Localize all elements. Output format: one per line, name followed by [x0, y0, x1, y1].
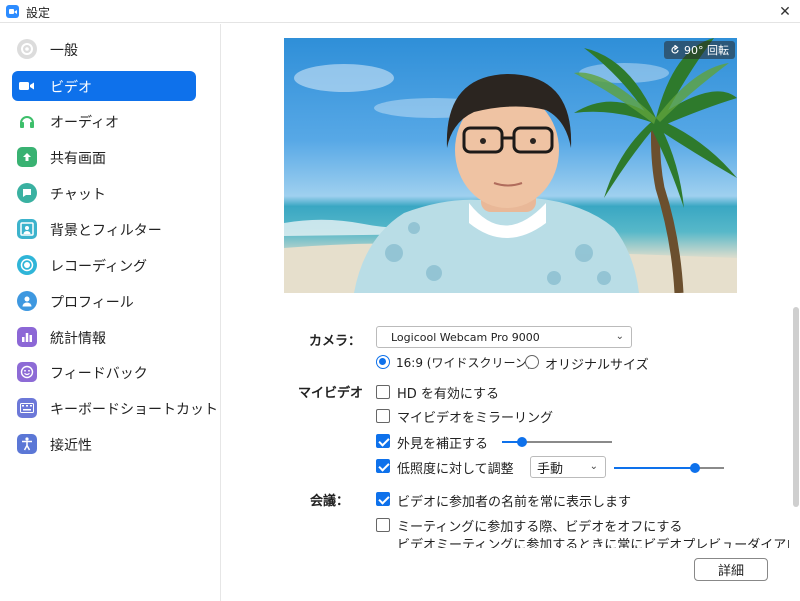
sidebar-item-label: 統計情報 [50, 331, 106, 347]
sidebar-item-label: 共有画面 [50, 151, 106, 167]
camera-preview: 90° 回転 [284, 38, 737, 293]
mirror-checkbox[interactable] [376, 409, 390, 423]
sidebar-item-label: チャット [50, 187, 106, 203]
sidebar-item-background[interactable]: 背景とフィルター [12, 214, 196, 244]
sidebar-item-label: レコーディング [50, 259, 148, 275]
smile-icon [17, 362, 37, 382]
chevron-down-icon: ⌄ [589, 461, 598, 472]
touch-up-checkbox[interactable] [376, 434, 390, 448]
sidebar-item-label: 接近性 [50, 438, 92, 454]
record-icon [17, 255, 37, 275]
sidebar-item-recording[interactable]: レコーディング [12, 250, 196, 280]
rotate-label: 90° 回転 [684, 44, 729, 57]
close-button[interactable]: ✕ [770, 0, 800, 23]
camera-select-value: Logicool Webcam Pro 9000 [391, 330, 540, 344]
sidebar-item-statistics[interactable]: 統計情報 [12, 322, 196, 352]
settings-sidebar: 一般 ビデオ オーディオ 共有画面 チャット 背景とフィルター レコーディング … [0, 24, 221, 601]
low-light-slider-thumb[interactable] [690, 463, 700, 473]
ratio-original-radio[interactable] [525, 355, 539, 369]
camera-select[interactable]: Logicool Webcam Pro 9000 ⌄ [376, 326, 632, 348]
sidebar-item-label: プロフィール [50, 295, 134, 311]
show-names-checkbox[interactable] [376, 492, 390, 506]
my-video-label: マイビデオ [298, 386, 364, 401]
window-title: 設定 [26, 6, 51, 20]
low-light-mode-select[interactable]: 手動 ⌄ [530, 456, 606, 478]
sidebar-item-label: キーボードショートカット [50, 402, 218, 418]
sidebar-item-audio[interactable]: オーディオ [12, 106, 196, 136]
title-bar: 設定 ✕ [0, 0, 800, 23]
detail-button[interactable]: 詳細 [694, 558, 768, 581]
touch-up-slider[interactable] [502, 436, 612, 447]
touch-up-slider-thumb[interactable] [517, 437, 527, 447]
video-off-checkbox[interactable] [376, 518, 390, 532]
low-light-label: 低照度に対して調整 [397, 462, 514, 477]
share-screen-icon [17, 147, 37, 167]
video-settings-panel: 90° 回転 カメラ： Logicool Webcam Pro 9000 ⌄ 1… [222, 24, 800, 601]
video-camera-icon [17, 76, 37, 96]
sidebar-item-accessibility[interactable]: 接近性 [12, 429, 196, 459]
chevron-down-icon: ⌄ [615, 331, 624, 342]
hd-label: HD を有効にする [397, 387, 500, 402]
sidebar-item-profile[interactable]: プロフィール [12, 286, 196, 316]
low-light-checkbox[interactable] [376, 459, 390, 473]
meeting-label: 会議： [310, 494, 350, 509]
sidebar-item-label: 一般 [50, 43, 78, 59]
sidebar-item-video[interactable]: ビデオ [12, 71, 196, 101]
hd-checkbox[interactable] [376, 385, 390, 399]
sidebar-item-chat[interactable]: チャット [12, 178, 196, 208]
bar-chart-icon [17, 327, 37, 347]
low-light-slider-fill [614, 467, 695, 469]
ratio-16-9-radio[interactable] [376, 355, 390, 369]
scrollbar-thumb[interactable] [793, 307, 799, 507]
mirror-label: マイビデオをミラーリング [397, 411, 554, 426]
sidebar-item-label: 背景とフィルター [50, 223, 162, 239]
keyboard-icon [17, 398, 37, 418]
camera-label: カメラ： [309, 334, 362, 349]
person-background-icon [17, 219, 37, 239]
video-off-label: ミーティングに参加する際、ビデオをオフにする [397, 520, 683, 535]
rotate-90-button[interactable]: 90° 回転 [664, 41, 735, 59]
low-light-slider[interactable] [614, 462, 724, 473]
zoom-app-icon [6, 5, 19, 18]
rotate-icon [671, 45, 679, 54]
gear-icon [17, 39, 37, 59]
preview-dialog-label: ビデオミーティングに参加するときに常にビデオプレビューダイアログを表 [397, 538, 789, 548]
preview-scene [284, 38, 737, 293]
headphones-icon [17, 111, 37, 131]
sidebar-item-keyboard-shortcuts[interactable]: キーボードショートカット [12, 393, 218, 423]
sidebar-item-general[interactable]: 一般 [12, 34, 196, 64]
ratio-original-label: オリジナルサイズ [545, 358, 649, 373]
scrollbar[interactable] [792, 24, 800, 601]
sidebar-item-label: オーディオ [50, 115, 120, 131]
low-light-mode-value: 手動 [537, 461, 564, 477]
accessibility-icon [17, 434, 37, 454]
sidebar-item-share-screen[interactable]: 共有画面 [12, 142, 196, 172]
preview-dialog-row-clip: ビデオミーティングに参加するときに常にビデオプレビューダイアログを表 [397, 536, 789, 548]
touch-up-label: 外見を補正する [397, 437, 489, 452]
sidebar-item-feedback[interactable]: フィードバック [12, 357, 196, 387]
show-names-label: ビデオに参加者の名前を常に表示します [397, 495, 632, 510]
sidebar-item-label: ビデオ [50, 80, 92, 96]
profile-icon [17, 291, 37, 311]
sidebar-item-label: フィードバック [50, 366, 148, 382]
ratio-16-9-label: 16:9 (ワイドスクリーン) [396, 356, 532, 370]
chat-icon [17, 183, 37, 203]
